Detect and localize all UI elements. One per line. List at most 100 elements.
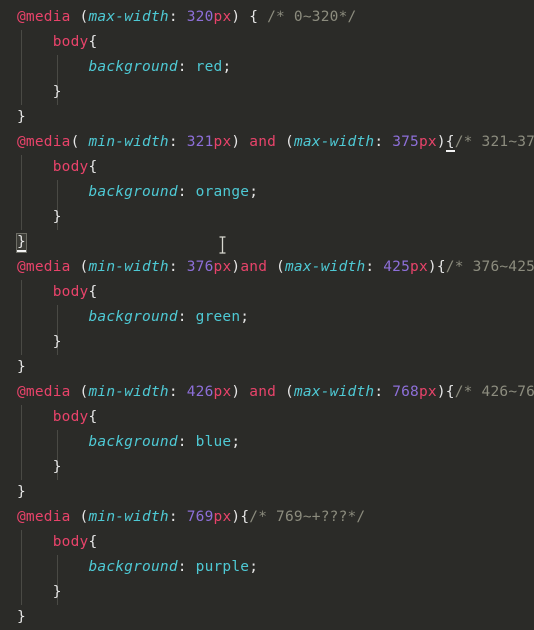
code-line[interactable]: @media (max-width: 320px) { /* 0~320*/: [17, 5, 534, 30]
code-token: orange: [195, 184, 250, 200]
code-line[interactable]: body{: [17, 280, 534, 305]
code-token: px: [418, 134, 437, 150]
code-token: {: [88, 34, 98, 50]
code-token: }: [17, 584, 62, 600]
code-token: ): [436, 134, 446, 150]
code-line[interactable]: }: [17, 455, 534, 480]
code-token: 769: [186, 509, 214, 525]
code-token: @media: [17, 259, 71, 275]
code-token: {: [88, 534, 98, 550]
code-token: body: [52, 534, 89, 550]
code-token: max-width: [293, 384, 375, 400]
code-token: ) {: [231, 9, 268, 25]
code-line[interactable]: background: green;: [17, 305, 534, 330]
code-line[interactable]: }: [17, 480, 534, 505]
code-line[interactable]: background: red;: [17, 55, 534, 80]
code-token: /* 376~425*/: [445, 259, 534, 275]
code-line[interactable]: background: orange;: [17, 180, 534, 205]
code-token: body: [52, 159, 89, 175]
code-token: max-width: [285, 259, 366, 275]
code-line[interactable]: @media( min-width: 321px) and (max-width…: [17, 130, 534, 155]
code-token: :: [168, 134, 187, 150]
code-token: background: [88, 184, 178, 200]
code-token: background: [88, 309, 178, 325]
code-token: }: [17, 84, 62, 100]
code-token: }: [17, 359, 26, 375]
code-token: ){: [436, 384, 455, 400]
code-editor-pane[interactable]: @media (max-width: 320px) { /* 0~320*/ b…: [0, 0, 534, 629]
code-token: :: [168, 509, 187, 525]
code-token: :: [168, 259, 187, 275]
code-line[interactable]: }: [16, 230, 534, 255]
code-token: px: [213, 9, 232, 25]
code-token: (: [267, 259, 285, 275]
code-token: {: [88, 159, 98, 175]
code-line[interactable]: @media (min-width: 769px){/* 769~+???*/: [17, 505, 534, 530]
code-token: :: [168, 9, 187, 25]
code-line[interactable]: }: [17, 80, 534, 105]
code-token: /* 769~+???*/: [249, 509, 366, 525]
code-token: px: [213, 509, 232, 525]
code-content[interactable]: @media (max-width: 320px) { /* 0~320*/ b…: [0, 0, 534, 630]
code-token: }: [17, 459, 62, 475]
code-token: {: [88, 409, 98, 425]
code-token: (: [276, 134, 294, 150]
code-line[interactable]: body{: [17, 155, 534, 180]
code-line[interactable]: background: purple;: [17, 555, 534, 580]
code-line[interactable]: }: [17, 105, 534, 130]
code-token: }: [17, 609, 26, 625]
code-line[interactable]: background: blue;: [17, 430, 534, 455]
code-token: (: [70, 9, 89, 25]
code-token: ){: [427, 259, 446, 275]
code-line[interactable]: }: [17, 580, 534, 605]
code-token: max-width: [88, 9, 169, 25]
code-token: :: [177, 434, 196, 450]
code-token: :: [374, 134, 393, 150]
code-token: :: [177, 309, 196, 325]
code-token: :: [374, 384, 393, 400]
code-line[interactable]: }: [17, 205, 534, 230]
code-token: px: [418, 384, 437, 400]
code-token: 426: [186, 384, 214, 400]
code-line[interactable]: }: [17, 330, 534, 355]
code-token: (: [70, 509, 89, 525]
code-line[interactable]: }: [17, 605, 534, 630]
code-token: body: [52, 409, 89, 425]
code-token: 320: [186, 9, 214, 25]
code-line[interactable]: body{: [17, 530, 534, 555]
code-line[interactable]: }: [17, 355, 534, 380]
code-token: background: [88, 559, 178, 575]
code-token: 321: [186, 134, 214, 150]
code-token: (: [70, 384, 89, 400]
code-token: max-width: [293, 134, 375, 150]
code-token: 768: [392, 384, 419, 400]
code-line[interactable]: @media (min-width: 426px) and (max-width…: [17, 380, 534, 405]
code-token: 425: [383, 259, 411, 275]
code-token: @media: [17, 384, 71, 400]
code-token: }: [17, 334, 62, 350]
code-token: ): [231, 259, 241, 275]
code-token: px: [213, 384, 232, 400]
code-token: purple: [195, 559, 250, 575]
code-token: background: [88, 434, 178, 450]
code-token: min-width: [88, 384, 169, 400]
code-token: {: [445, 134, 455, 152]
code-token: ;: [231, 434, 241, 450]
code-line[interactable]: @media (min-width: 376px)and (max-width:…: [17, 255, 534, 280]
code-token: min-width: [88, 259, 169, 275]
code-token: ;: [240, 309, 250, 325]
code-token: @media: [17, 134, 71, 150]
code-token: @media: [17, 9, 71, 25]
code-token: {: [88, 284, 98, 300]
code-token: green: [195, 309, 241, 325]
code-token: /* 426~768*/: [454, 384, 534, 400]
code-line[interactable]: body{: [17, 30, 534, 55]
code-token: ;: [249, 559, 259, 575]
code-line[interactable]: body{: [17, 405, 534, 430]
